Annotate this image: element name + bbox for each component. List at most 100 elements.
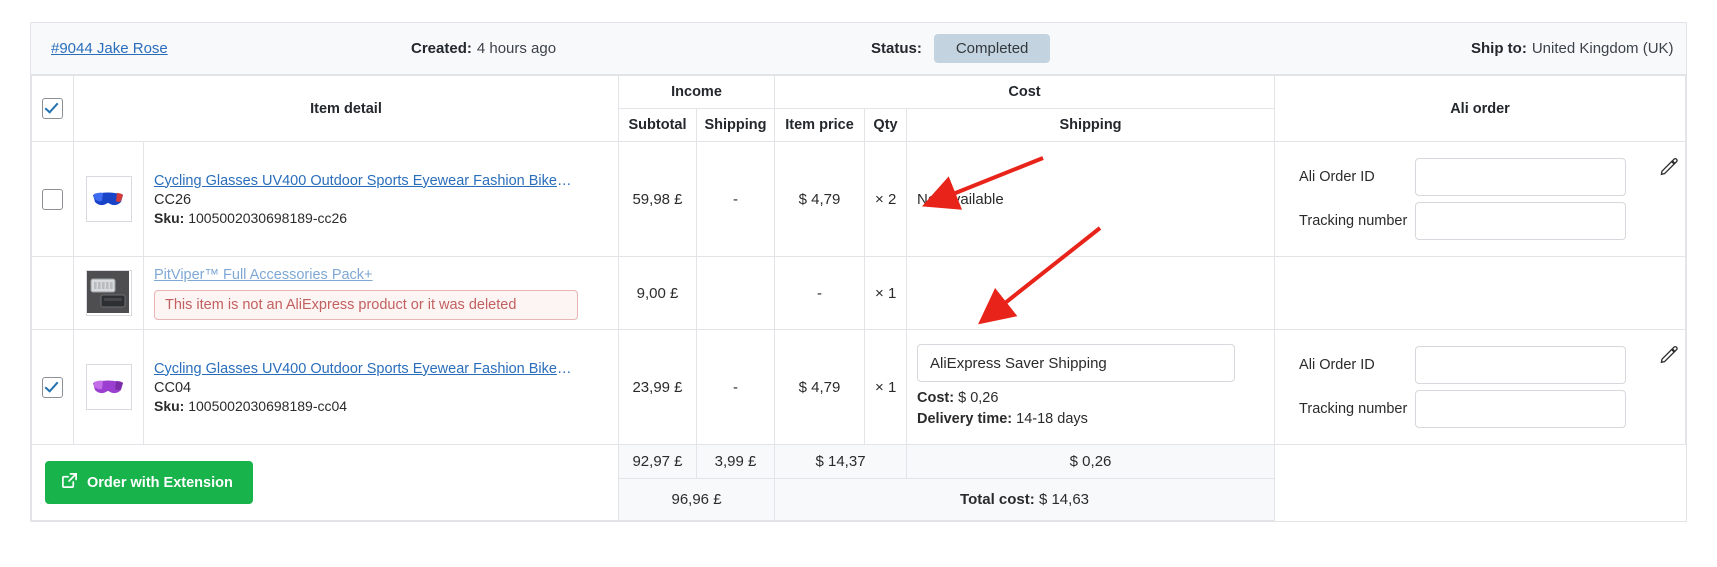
header-qty: Qty <box>864 108 908 142</box>
order-header: #9044 Jake Rose Created: 4 hours ago Sta… <box>31 23 1686 75</box>
table-row: Cycling Glasses UV400 Outdoor Sports Eye… <box>31 329 1686 445</box>
grand-cost-total: Total cost: $ 14,63 <box>774 478 1276 521</box>
totals-ali-cell <box>1274 444 1686 521</box>
status-label: Status: <box>871 40 922 57</box>
row-ali-order <box>1274 256 1686 330</box>
row-checkbox[interactable] <box>42 188 63 210</box>
product-detail-cell: PitViper™ Full Accessories Pack+ This it… <box>143 256 619 330</box>
ali-order-id-row: Ali Order ID <box>1299 346 1671 384</box>
sku-label: Sku: <box>154 397 185 414</box>
row-ali-order: Ali Order ID Tracking number <box>1274 141 1686 257</box>
status-cell: Status: Completed <box>811 34 1301 63</box>
created-value: 4 hours ago <box>476 40 557 57</box>
product-thumb-cell <box>73 329 144 445</box>
row-subtotal: 9,00 £ <box>618 256 697 330</box>
total-cost-label: Total cost: <box>960 491 1035 508</box>
ship-to-cell: Ship to: United Kingdom (UK) <box>1301 40 1674 57</box>
total-shipping-cost: $ 0,26 <box>906 444 1276 479</box>
select-all-checkbox[interactable] <box>42 98 63 119</box>
sunglasses-blue-icon <box>85 176 132 222</box>
ali-order-id-label: Ali Order ID <box>1299 169 1375 185</box>
ship-to-label: Ship to: <box>1471 40 1527 57</box>
order-card: #9044 Jake Rose Created: 4 hours ago Sta… <box>30 22 1687 522</box>
header-item-detail: Item detail <box>73 75 619 142</box>
header-ali-order: Ali order <box>1274 75 1686 142</box>
status-badge[interactable]: Completed <box>933 34 1051 63</box>
pencil-icon[interactable] <box>1659 156 1679 176</box>
totals-row: Order with Extension 92,97 £ 3,99 £ $ 14… <box>31 444 1686 521</box>
ali-tracking-row: Tracking number <box>1299 202 1671 240</box>
product-detail-cell: Cycling Glasses UV400 Outdoor Sports Eye… <box>143 141 619 257</box>
header-shipping-income: Shipping <box>695 108 776 142</box>
row-select-cell <box>31 256 74 330</box>
product-sku: Sku: 1005002030698189-cc04 <box>154 398 608 414</box>
header-income: Income <box>617 75 776 109</box>
row-qty: × 1 <box>864 329 908 445</box>
total-shipping-income: 3,99 £ <box>695 444 776 479</box>
row-checkbox[interactable] <box>42 376 63 398</box>
row-shipping-income: - <box>695 329 776 445</box>
product-thumb-cell <box>73 256 144 330</box>
ali-tracking-input[interactable] <box>1415 202 1627 240</box>
row-subtotal: 59,98 £ <box>618 141 697 257</box>
created-label: Created: <box>411 40 472 57</box>
order-items-table: Item detail Income Cost Ali order Subtot… <box>31 75 1686 521</box>
row-shipping-cost: AliExpress Saver Shipping Cost: $ 0,26 D… <box>906 329 1276 445</box>
grand-income-total: 96,96 £ <box>617 478 776 521</box>
row-shipping-cost <box>906 256 1276 330</box>
row-ali-order: Ali Order ID Tracking number <box>1274 329 1686 445</box>
ali-order-panel: Ali Order ID Tracking number <box>1275 142 1685 256</box>
header-shipping-cost: Shipping <box>906 108 1276 142</box>
header-subtotal: Subtotal <box>618 108 697 142</box>
ali-order-id-row: Ali Order ID <box>1299 158 1671 196</box>
table-row: PitViper™ Full Accessories Pack+ This it… <box>31 256 1686 330</box>
ali-order-id-input[interactable] <box>1415 346 1627 384</box>
shipping-cost-line: Cost: $ 0,26 <box>917 388 1264 409</box>
accessories-pack-icon <box>85 270 132 316</box>
row-item-price: $ 4,79 <box>774 141 866 257</box>
row-item-price: - <box>774 256 866 330</box>
product-title-link[interactable]: Cycling Glasses UV400 Outdoor Sports Eye… <box>154 173 574 189</box>
delivery-time-label: Delivery time: <box>917 411 1013 427</box>
pencil-icon[interactable] <box>1659 344 1679 364</box>
ali-tracking-input[interactable] <box>1415 390 1627 428</box>
ali-order-id-input[interactable] <box>1415 158 1627 196</box>
sku-label: Sku: <box>154 209 185 226</box>
ali-tracking-label: Tracking number <box>1299 401 1408 417</box>
sku-value: 1005002030698189-cc04 <box>188 397 348 414</box>
product-variant: CC04 <box>154 379 192 396</box>
product-variant: CC26 <box>154 191 192 208</box>
row-shipping-cost: Not available <box>906 141 1276 257</box>
select-all-header <box>31 75 74 142</box>
page: #9044 Jake Rose Created: 4 hours ago Sta… <box>0 0 1717 567</box>
order-link[interactable]: #9044 Jake Rose <box>51 40 168 57</box>
shipping-cost-label: Cost: <box>917 389 955 406</box>
row-qty: × 2 <box>864 141 908 257</box>
total-cost-value: $ 14,63 <box>1038 491 1089 508</box>
row-subtotal: 23,99 £ <box>618 329 697 445</box>
product-sku: Sku: 1005002030698189-cc26 <box>154 210 608 226</box>
ali-tracking-label: Tracking number <box>1299 213 1408 229</box>
external-link-icon <box>61 472 78 493</box>
created-cell: Created: 4 hours ago <box>411 40 811 57</box>
product-title-link[interactable]: PitViper™ Full Accessories Pack+ <box>154 267 574 283</box>
sunglasses-purple-icon <box>85 364 132 410</box>
ali-order-id-label: Ali Order ID <box>1299 357 1375 373</box>
shipping-method-select[interactable]: AliExpress Saver Shipping <box>917 343 1236 382</box>
product-thumb-cell <box>73 141 144 257</box>
delivery-time-line: Delivery time: 14-18 days <box>917 409 1264 430</box>
product-title-link[interactable]: Cycling Glasses UV400 Outdoor Sports Eye… <box>154 361 574 377</box>
order-with-extension-label: Order with Extension <box>87 474 233 491</box>
order-with-extension-button[interactable]: Order with Extension <box>45 461 253 504</box>
total-item-price: $ 14,37 <box>774 444 908 479</box>
ali-order-panel: Ali Order ID Tracking number <box>1275 330 1685 444</box>
shipping-cost-value: $ 0,26 <box>958 389 999 406</box>
product-warning: This item is not an AliExpress product o… <box>154 289 578 320</box>
order-number-cell: #9044 Jake Rose <box>41 40 411 57</box>
row-select-cell <box>31 329 74 445</box>
ali-tracking-row: Tracking number <box>1299 390 1671 428</box>
table-row: Cycling Glasses UV400 Outdoor Sports Eye… <box>31 141 1686 257</box>
row-shipping-income: - <box>695 141 776 257</box>
total-subtotal: 92,97 £ <box>618 444 697 479</box>
row-qty: × 1 <box>864 256 908 330</box>
